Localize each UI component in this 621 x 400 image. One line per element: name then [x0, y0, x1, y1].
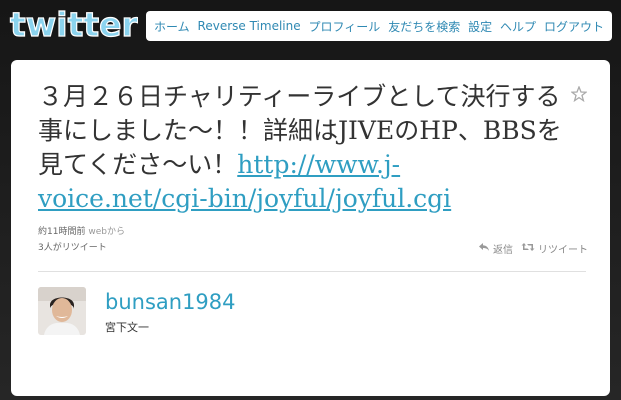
user-full-name: 宮下文一 [105, 321, 149, 334]
tweet-meta: 約11時間前 webから [38, 224, 125, 237]
tweet-actions: 返信 リツイート [478, 241, 588, 256]
retweet-label: リツイート [538, 245, 588, 256]
reply-button[interactable]: 返信 [478, 241, 513, 256]
retweet-count[interactable]: 3人がリツイート [38, 240, 107, 253]
divider [38, 271, 586, 272]
reply-label: 返信 [493, 245, 513, 256]
nav-profile[interactable]: プロフィール [309, 18, 381, 35]
retweet-icon [521, 242, 535, 255]
nav-help[interactable]: ヘルプ [500, 18, 536, 35]
user-screen-name[interactable]: bunsan1984 [105, 290, 236, 314]
nav-logout[interactable]: ログアウト [544, 18, 604, 35]
avatar[interactable] [38, 287, 86, 335]
tweet-source: webから [88, 227, 125, 237]
logo-text: twitter [10, 5, 138, 44]
tweet-text: ３月２６日チャリティーライブとして決行する事にしました〜！！詳細はJIVEのHP… [38, 80, 563, 216]
twitter-logo[interactable]: twitter [8, 2, 139, 46]
nav-settings[interactable]: 設定 [468, 18, 492, 35]
nav-find-friends[interactable]: 友だちを検索 [388, 18, 460, 35]
top-nav: ホーム Reverse Timeline プロフィール 友だちを検索 設定 ヘル… [146, 11, 612, 41]
tweet-timestamp[interactable]: 約11時間前 [38, 227, 85, 237]
retweet-button[interactable]: リツイート [521, 241, 588, 256]
nav-home[interactable]: ホーム [154, 18, 190, 35]
tweet-card: ３月２６日チャリティーライブとして決行する事にしました〜！！詳細はJIVEのHP… [11, 60, 610, 396]
reply-icon [478, 242, 490, 255]
nav-reverse-timeline[interactable]: Reverse Timeline [198, 19, 301, 33]
star-icon[interactable] [570, 85, 588, 103]
page: twitter ホーム Reverse Timeline プロフィール 友だちを… [0, 0, 621, 400]
